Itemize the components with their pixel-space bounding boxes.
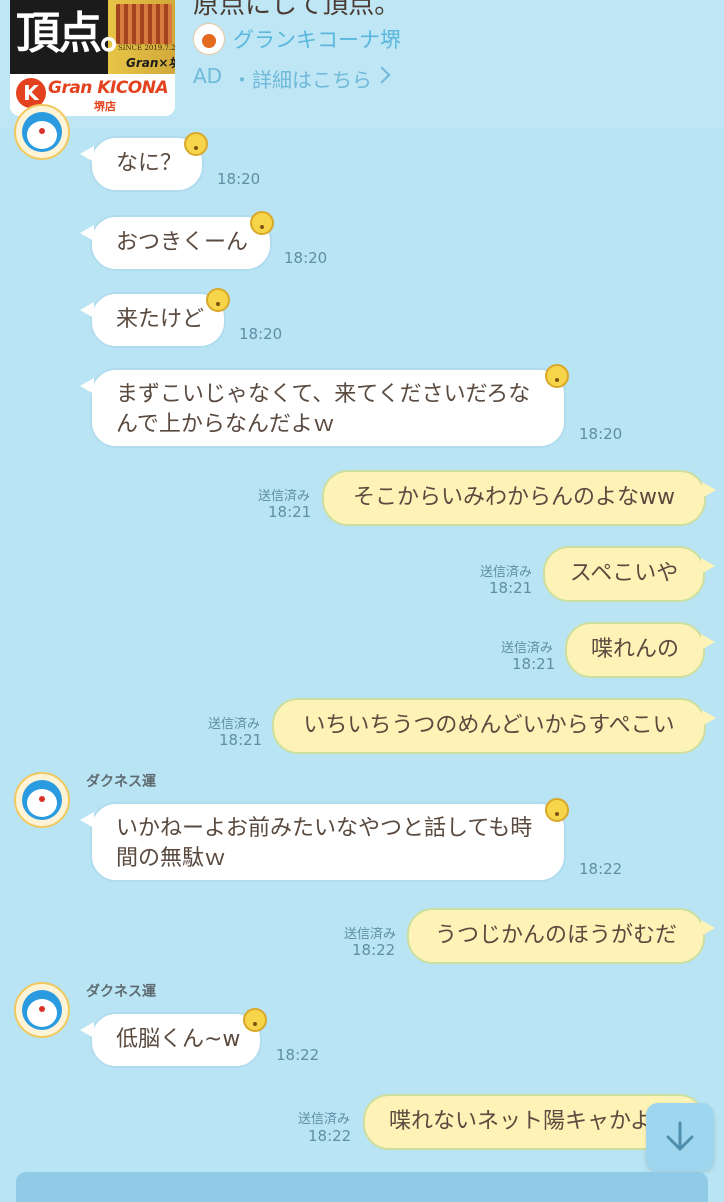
incoming-message-bubble[interactable]: おつきくーん	[80, 215, 272, 271]
avatar-face	[22, 780, 62, 820]
ad-thumbnail-store: 堺店	[94, 100, 116, 113]
ad-advertiser-name[interactable]: グランキコーナ堺	[233, 24, 401, 54]
ad-banner[interactable]: 頂点。 SINCE 2019.7.27 Gran×堺 K Gran KICONA…	[0, 0, 724, 128]
ad-thumbnail[interactable]: 頂点。 SINCE 2019.7.27 Gran×堺 K Gran KICONA…	[10, 0, 175, 116]
read-status: 送信済み	[500, 641, 553, 656]
avatar-face	[22, 112, 62, 152]
ad-label: AD	[193, 64, 223, 88]
arrow-down-icon	[666, 1121, 694, 1151]
doraemon-avatar-icon[interactable]	[14, 982, 70, 1038]
outgoing-message-bubble[interactable]: スペこいや	[543, 546, 715, 602]
incoming-message-bubble[interactable]: 低脳くん~w	[80, 1012, 262, 1068]
outgoing-message-bubble[interactable]: そこからいみわからんのよなww	[322, 470, 716, 526]
message-time: 18:21	[219, 731, 263, 749]
message-time: 18:20	[579, 425, 623, 443]
incoming-message-bubble[interactable]: まずこいじゃなくて、来てくださいだろなんで上からなんだよｗ	[80, 368, 566, 448]
bell-icon	[250, 211, 274, 235]
doraemon-avatar-icon[interactable]	[14, 772, 70, 828]
avatar-face	[22, 990, 62, 1030]
bell-icon	[545, 798, 569, 822]
scroll-to-bottom-button[interactable]	[646, 1103, 714, 1171]
message-time: 18:22	[276, 1046, 320, 1064]
message-time: 18:22	[579, 860, 623, 878]
message-time: 18:21	[512, 655, 556, 673]
sender-name: ダクネス運	[86, 984, 156, 1000]
ad-thumbnail-since: SINCE 2019.7.27	[118, 44, 175, 52]
building-image	[116, 4, 172, 44]
chevron-right-icon[interactable]	[373, 66, 391, 84]
read-status: 送信済み	[479, 565, 532, 580]
bell-icon	[184, 132, 208, 156]
read-status: 送信済み	[297, 1112, 350, 1127]
bell-icon	[545, 364, 569, 388]
ad-thumbnail-gran-tag: Gran×堺	[126, 56, 175, 70]
ad-thumbnail-brand: Gran KICONA	[48, 78, 169, 98]
ad-details-link[interactable]: ・詳細はこちら	[232, 64, 372, 93]
read-status: 送信済み	[207, 717, 260, 732]
bell-icon	[243, 1008, 267, 1032]
message-time: 18:20	[217, 170, 261, 188]
read-status: 送信済み	[257, 489, 310, 504]
outgoing-message-bubble[interactable]: うつじかんのほうがむだ	[407, 908, 715, 964]
ad-title[interactable]: 原点にして頂点。	[193, 0, 400, 21]
outgoing-message-bubble[interactable]: 喋れんの	[565, 622, 715, 678]
message-time: 18:20	[284, 249, 328, 267]
message-time: 18:20	[239, 325, 283, 343]
sender-name: ダクネス運	[86, 774, 156, 790]
message-time: 18:21	[268, 503, 312, 521]
outgoing-message-bubble[interactable]: いちいちうつのめんどいからすぺこい	[272, 698, 716, 754]
message-time: 18:22	[352, 941, 396, 959]
bell-icon	[206, 288, 230, 312]
message-time: 18:22	[308, 1127, 352, 1145]
message-time: 18:21	[489, 579, 533, 597]
advertiser-logo-icon	[193, 23, 225, 55]
message-input-bar[interactable]	[16, 1172, 708, 1202]
doraemon-avatar-icon[interactable]	[14, 104, 70, 160]
read-status: 送信済み	[343, 927, 396, 942]
incoming-message-bubble[interactable]: いかねーよお前みたいなやつと話しても時間の無駄ｗ	[80, 802, 566, 882]
